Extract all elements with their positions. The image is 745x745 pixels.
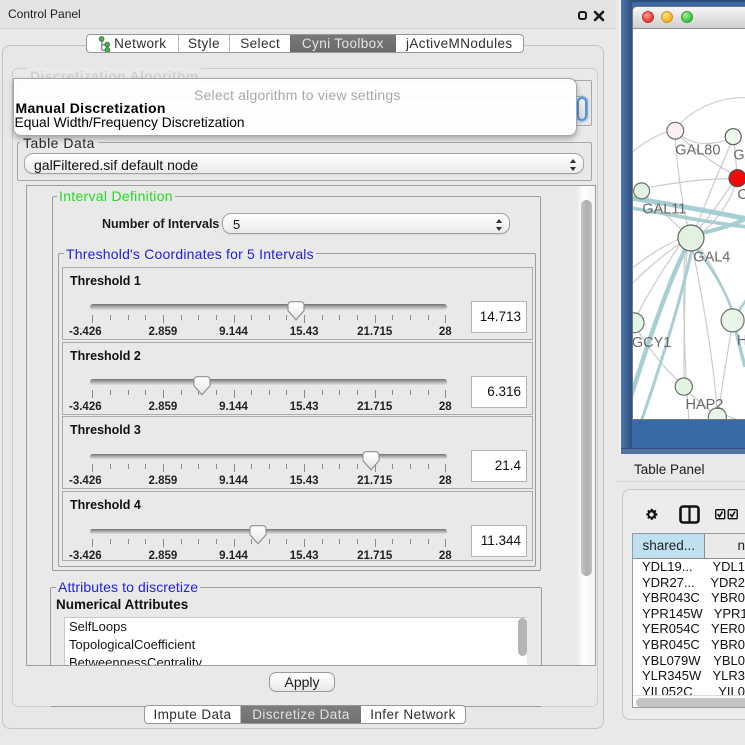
svg-text:HAP2: HAP2 bbox=[686, 397, 724, 413]
svg-text:GAL80: GAL80 bbox=[675, 142, 720, 158]
svg-text:GCY1: GCY1 bbox=[633, 335, 671, 351]
svg-text:H: H bbox=[737, 333, 745, 349]
svg-text:C: C bbox=[737, 187, 745, 203]
svg-text:GAL11: GAL11 bbox=[642, 201, 686, 217]
svg-text:GA: GA bbox=[733, 147, 745, 163]
svg-text:GAL4: GAL4 bbox=[693, 249, 730, 265]
